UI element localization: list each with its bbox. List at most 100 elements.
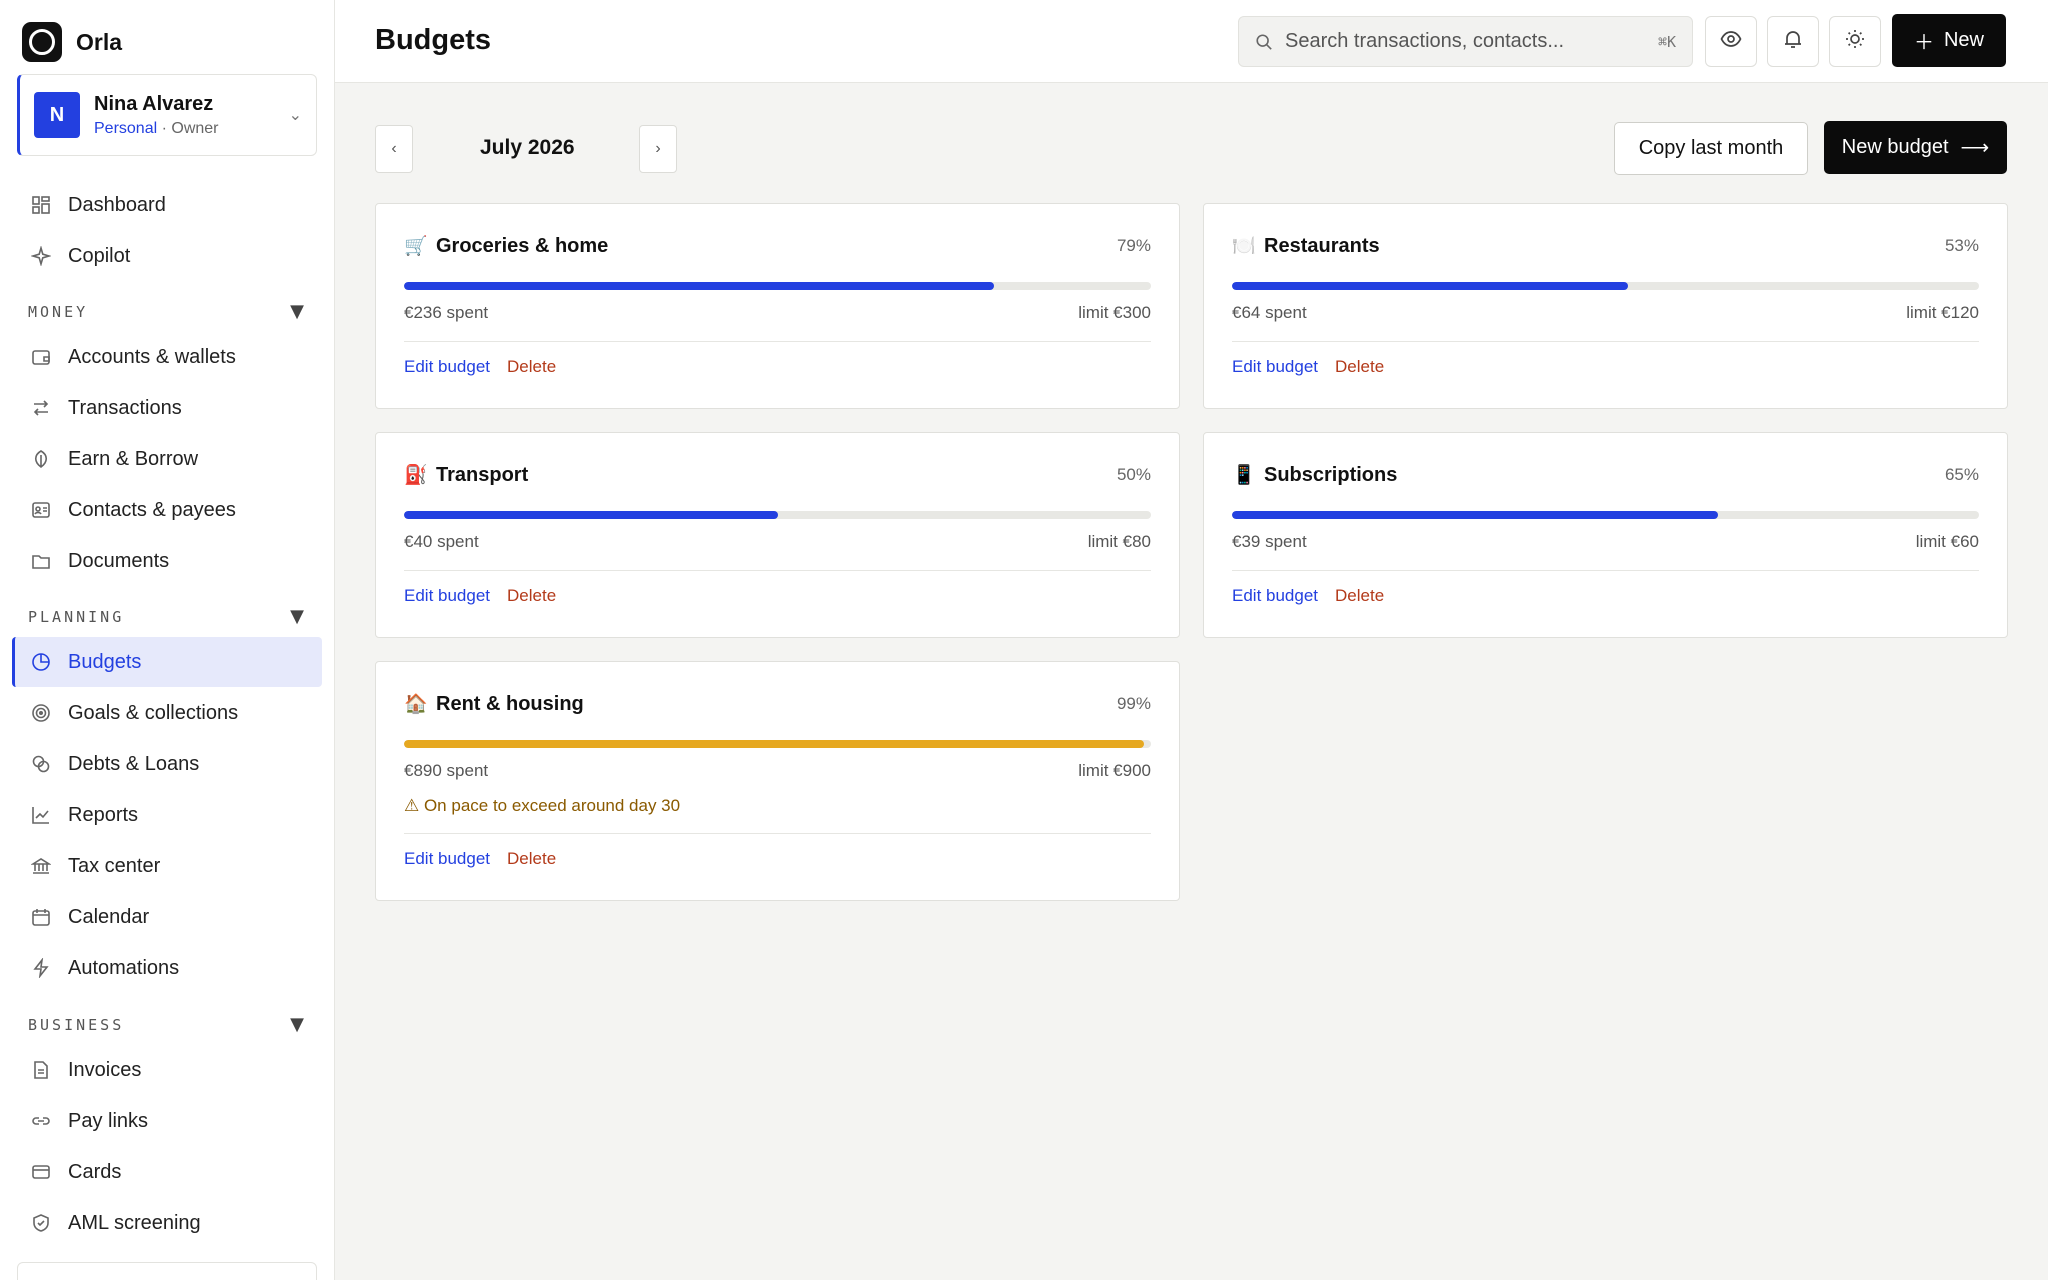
sidebar-item-automations[interactable]: Automations [12,943,322,993]
chevron-down-icon: ⌄ [288,107,302,124]
topbar: Budgets Search transactions, contacts...… [335,0,2048,83]
sidebar-item-label: Dashboard [68,193,166,216]
budget-progress-fill [404,282,995,290]
eye-icon [1720,28,1742,55]
sidebar-item-label: Pay links [68,1109,149,1132]
visibility-button[interactable] [1705,16,1757,67]
divider [1232,341,1979,342]
new-budget-button[interactable]: New budget ⟶ [1824,121,2007,174]
sidebar-item-tax-center[interactable]: Tax center [12,841,322,891]
budget-card-groceries: 🛒 Groceries & home 79% €236 spent limit … [375,203,1180,409]
plus-icon: ＋ [1913,32,1934,54]
edit-budget-link[interactable]: Edit budget [404,586,490,606]
sidebar-item-label: Contacts & payees [68,498,236,521]
budget-limit: limit €120 [1906,303,1979,322]
sidebar-item-budgets[interactable]: Budgets [12,637,322,687]
arrows-swap-icon [30,397,52,419]
orla-logo-icon [22,22,62,62]
budget-progress-bar [1232,511,1979,519]
sidebar-item-copilot[interactable]: Copilot [12,231,322,281]
sidebar-item-label: Earn & Borrow [68,447,199,470]
edit-budget-link[interactable]: Edit budget [1232,586,1318,606]
search-shortcut: ⌘K [1657,32,1676,51]
budget-limit: limit €80 [1087,532,1151,551]
section-label: PLANNING [28,607,125,626]
section-planning[interactable]: PLANNING ▼ [28,606,304,627]
sidebar-item-label: Goals & collections [68,701,239,724]
delete-budget-link[interactable]: Delete [507,357,556,377]
budget-name: Transport [436,463,529,486]
budget-card-transport: ⛽ Transport 50% €40 spent limit €80 Edit… [375,432,1180,638]
prev-month-button[interactable]: ‹ [375,125,413,173]
bank-icon [30,855,52,877]
sidebar-item-aml-screening[interactable]: AML screening [12,1198,322,1248]
sidebar-item-label: Budgets [68,650,142,673]
budget-limit: limit €60 [1915,532,1979,551]
edit-budget-link[interactable]: Edit budget [1232,357,1318,377]
overspend-warning: ⚠ On pace to exceed around day 30 [404,796,681,815]
account-switcher[interactable]: N Nina Alvarez Personal · Owner ⌄ [17,74,317,156]
sidebar-item-documents[interactable]: Documents [12,536,322,586]
budget-percent: 50% [1116,465,1151,484]
copy-last-month-button[interactable]: Copy last month [1614,122,1808,175]
sidebar-item-label: Tax center [68,854,161,877]
budget-card-rent: 🏠 Rent & housing 99% €890 spent limit €9… [375,661,1180,901]
new-button[interactable]: ＋ New [1892,14,2006,67]
phone-icon: 📱 [1232,465,1256,486]
budget-name: Rent & housing [436,692,584,715]
sidebar-item-reports[interactable]: Reports [12,790,322,840]
edit-budget-link[interactable]: Edit budget [404,849,490,869]
wallet-icon [30,346,52,368]
sidebar: Orla N Nina Alvarez Personal · Owner ⌄ D… [0,0,335,1280]
budget-limit: limit €300 [1078,303,1151,322]
section-money[interactable]: MONEY ▼ [28,301,304,322]
sidebar-item-label: Accounts & wallets [68,345,236,368]
calendar-icon [30,906,52,928]
sidebar-item-label: Invoices [68,1058,142,1081]
delete-budget-link[interactable]: Delete [507,849,556,869]
sidebar-item-debts[interactable]: Debts & Loans [12,739,322,789]
sidebar-item-pay-links[interactable]: Pay links [12,1096,322,1146]
sidebar-item-label: Automations [68,956,180,979]
avatar: N [34,92,80,138]
sun-icon [1844,28,1866,55]
chevron-right-icon: › [655,140,661,157]
budget-progress-bar [404,511,1151,519]
sidebar-item-transactions[interactable]: Transactions [12,383,322,433]
sidebar-item-contacts[interactable]: Contacts & payees [12,485,322,535]
month-label: July 2026 [480,136,575,159]
sidebar-item-earn-borrow[interactable]: Earn & Borrow [12,434,322,484]
brand[interactable]: Orla [22,22,122,62]
shield-check-icon [30,1212,52,1234]
budget-progress-fill [1232,282,1628,290]
delete-budget-link[interactable]: Delete [507,586,556,606]
sidebar-item-label: Reports [68,803,139,826]
account-role: Personal · Owner [94,120,219,138]
sidebar-item-label: Calendar [68,905,150,928]
sidebar-item-invoices[interactable]: Invoices [12,1045,322,1095]
delete-budget-link[interactable]: Delete [1335,357,1384,377]
budget-percent: 99% [1116,694,1151,713]
budget-percent: 65% [1944,465,1979,484]
theme-toggle-button[interactable] [1829,16,1881,67]
divider [404,570,1151,571]
sidebar-item-label: Cards [68,1160,122,1183]
budget-spent: €236 spent [404,303,489,322]
sidebar-item-cards[interactable]: Cards [12,1147,322,1197]
bell-icon [1782,28,1804,55]
budget-spent: €39 spent [1232,532,1307,551]
budget-card-restaurants: 🍽️ Restaurants 53% €64 spent limit €120 … [1203,203,2008,409]
section-business[interactable]: BUSINESS ▼ [28,1014,304,1035]
sidebar-item-dashboard[interactable]: Dashboard [12,180,322,230]
delete-budget-link[interactable]: Delete [1335,586,1384,606]
sidebar-item-goals[interactable]: Goals & collections [12,688,322,738]
house-icon: 🏠 [404,694,428,715]
sidebar-item-accounts[interactable]: Accounts & wallets [12,332,322,382]
sidebar-item-calendar[interactable]: Calendar [12,892,322,942]
search-input[interactable]: Search transactions, contacts... ⌘K [1238,16,1693,67]
next-month-button[interactable]: › [639,125,677,173]
notifications-button[interactable] [1767,16,1819,67]
edit-budget-link[interactable]: Edit budget [404,357,490,377]
budget-card-subscriptions: 📱 Subscriptions 65% €39 spent limit €60 … [1203,432,2008,638]
collapse-triangle-icon: ▼ [290,301,304,322]
